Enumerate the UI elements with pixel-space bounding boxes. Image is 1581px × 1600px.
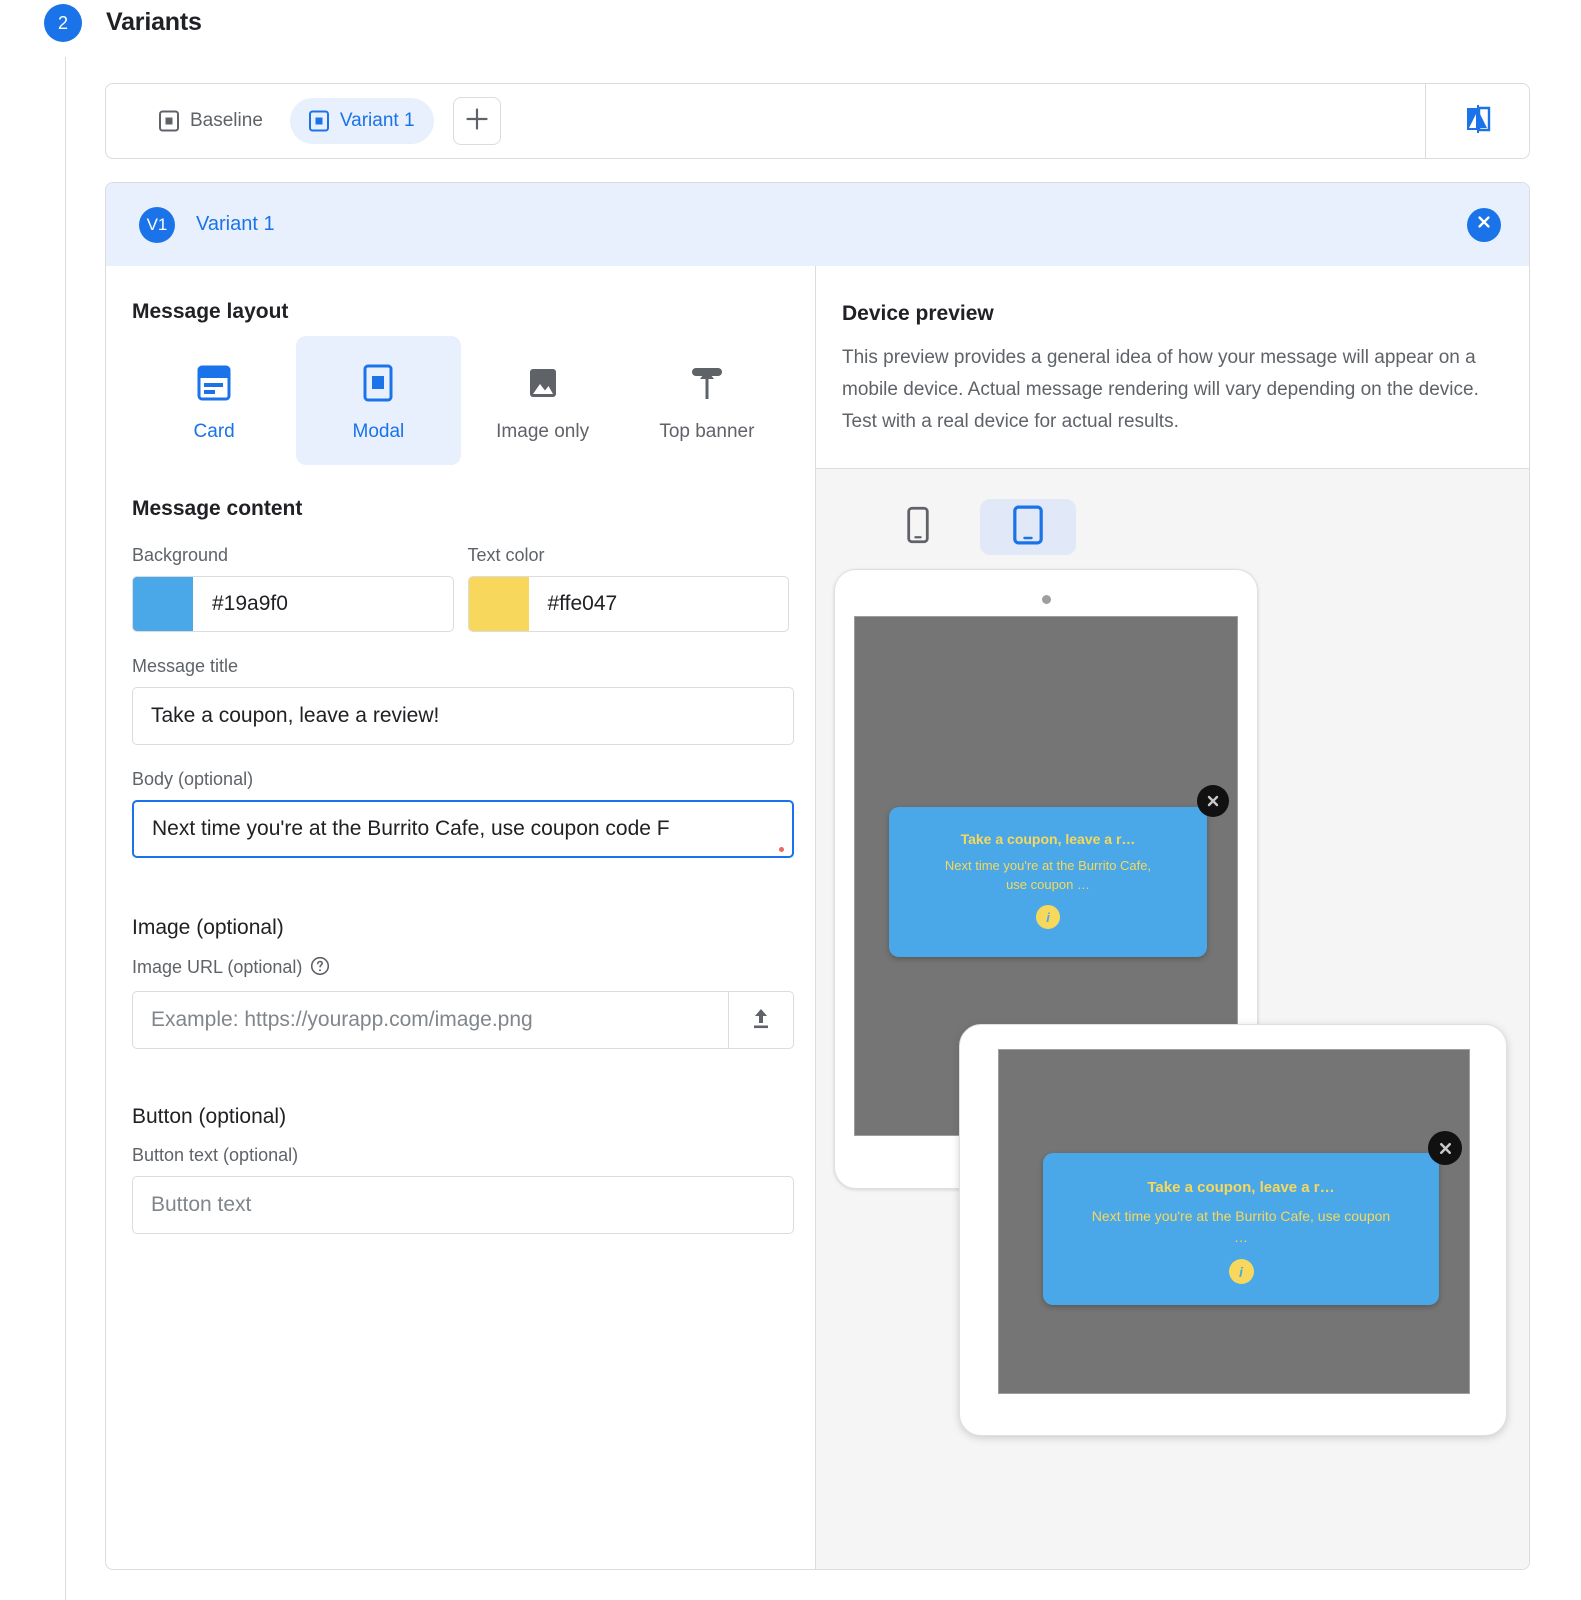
image-url-label: Image URL (optional)	[132, 956, 789, 981]
button-text-placeholder: Button text	[151, 1193, 251, 1217]
top-banner-layout-icon	[685, 362, 729, 404]
device-preview-pane: Device preview This preview provides a g…	[816, 266, 1529, 1570]
preview-modal-close-button[interactable]	[1428, 1131, 1462, 1165]
preview-modal-title: Take a coupon, leave a r…	[961, 831, 1136, 847]
layout-option-top-banner-label: Top banner	[659, 421, 754, 443]
phone-icon	[905, 506, 931, 549]
text-color-field: Text color #ffe047	[468, 521, 790, 632]
preview-modal-title: Take a coupon, leave a r…	[1147, 1179, 1334, 1196]
modal-layout-icon	[159, 110, 179, 132]
text-color-label: Text color	[468, 545, 790, 566]
message-content-heading: Message content	[132, 497, 789, 521]
button-text-input[interactable]: Button text	[132, 1176, 794, 1234]
preview-modal-portrait: Take a coupon, leave a r… Next time you'…	[889, 807, 1207, 957]
layout-option-card[interactable]: Card	[132, 336, 296, 465]
upload-icon	[748, 1005, 774, 1036]
variants-step-page: 2 Variants Baseline	[0, 0, 1581, 1600]
variant-card-title: Variant 1	[196, 213, 275, 236]
device-toggle-phone[interactable]	[870, 499, 966, 555]
tablet-icon	[1012, 505, 1044, 550]
compare-variants-button[interactable]	[1425, 84, 1529, 158]
preview-modal-info-icon: i	[1036, 905, 1060, 929]
image-layout-icon	[521, 362, 565, 404]
device-toggle-tablet[interactable]	[980, 499, 1076, 555]
tab-variant-1-label: Variant 1	[340, 110, 415, 132]
add-variant-button[interactable]	[453, 97, 501, 145]
image-url-input[interactable]: Example: https://yourapp.com/image.png	[132, 991, 728, 1049]
preview-modal-close-button[interactable]	[1197, 785, 1229, 817]
tablet-landscape-preview: Take a coupon, leave a r… Next time you'…	[959, 1024, 1507, 1436]
image-upload-button[interactable]	[728, 991, 794, 1049]
variants-tabstrip: Baseline Variant 1	[105, 83, 1530, 159]
image-url-row: Example: https://yourapp.com/image.png	[132, 991, 794, 1049]
background-color-input[interactable]: #19a9f0	[132, 576, 454, 632]
plus-icon	[464, 106, 490, 137]
button-section-heading: Button (optional)	[132, 1105, 789, 1129]
spellcheck-indicator	[779, 847, 784, 852]
tab-baseline[interactable]: Baseline	[140, 98, 282, 144]
preview-modal-body: Next time you're at the Burrito Cafe, us…	[1086, 1206, 1396, 1248]
image-url-label-text: Image URL (optional)	[132, 957, 302, 977]
variant-card-body: Message layout Card	[106, 266, 1529, 1570]
text-color-value[interactable]: #ffe047	[529, 577, 789, 631]
background-color-swatch[interactable]	[133, 577, 193, 631]
device-type-toggle	[870, 499, 1076, 555]
remove-variant-button[interactable]	[1467, 208, 1501, 242]
layout-option-top-banner[interactable]: Top banner	[625, 336, 789, 465]
variant-editor-card: V1 Variant 1 Message layout	[105, 182, 1530, 1570]
button-text-label: Button text (optional)	[132, 1145, 789, 1166]
text-color-input[interactable]: #ffe047	[468, 576, 790, 632]
layout-option-modal[interactable]: Modal	[296, 336, 460, 465]
message-title-input[interactable]: Take a coupon, leave a review!	[132, 687, 794, 745]
variant-card-header: V1 Variant 1	[106, 183, 1529, 266]
modal-layout-icon	[356, 362, 400, 404]
preview-modal-body: Next time you're at the Burrito Cafe, us…	[936, 856, 1161, 894]
text-color-swatch[interactable]	[469, 577, 529, 631]
device-preview-stage: Take a coupon, leave a r… Next time you'…	[816, 469, 1529, 1570]
variants-tab-list: Baseline Variant 1	[106, 84, 1425, 158]
modal-layout-icon	[309, 110, 329, 132]
preview-modal-info-icon: i	[1229, 1259, 1254, 1284]
tab-baseline-label: Baseline	[190, 110, 263, 132]
close-x-icon	[1204, 792, 1222, 810]
background-color-label: Background	[132, 545, 454, 566]
help-circle-icon[interactable]	[310, 956, 330, 981]
background-color-value[interactable]: #19a9f0	[193, 577, 453, 631]
device-preview-description: This preview provides a general idea of …	[842, 342, 1495, 438]
image-section-heading: Image (optional)	[132, 916, 789, 940]
message-layout-options: Card Modal	[132, 336, 789, 465]
close-x-icon	[1436, 1139, 1455, 1158]
card-layout-icon	[192, 362, 236, 404]
background-color-field: Background #19a9f0	[132, 521, 454, 632]
color-fields-row: Background #19a9f0 Text color #ffe047	[132, 521, 789, 632]
message-body-input[interactable]: Next time you're at the Burrito Cafe, us…	[132, 800, 794, 858]
layout-option-image-only-label: Image only	[496, 421, 589, 443]
camera-dot	[1042, 595, 1051, 604]
close-circle-icon	[1473, 211, 1495, 238]
message-body-label: Body (optional)	[132, 769, 789, 790]
message-editor-pane: Message layout Card	[106, 266, 816, 1570]
preview-modal-landscape: Take a coupon, leave a r… Next time you'…	[1043, 1153, 1439, 1305]
message-body-wrapper: Next time you're at the Burrito Cafe, us…	[132, 800, 794, 858]
device-preview-title: Device preview	[842, 302, 1495, 326]
step-connector-line	[65, 57, 66, 1600]
device-preview-header: Device preview This preview provides a g…	[816, 266, 1529, 469]
layout-option-modal-label: Modal	[353, 421, 405, 443]
step-number-badge: 2	[44, 4, 82, 42]
page-title: Variants	[106, 8, 202, 37]
layout-option-image-only[interactable]: Image only	[461, 336, 625, 465]
message-layout-heading: Message layout	[132, 300, 789, 324]
message-title-label: Message title	[132, 656, 789, 677]
variant-badge: V1	[139, 207, 175, 243]
compare-split-view-icon	[1461, 102, 1495, 141]
tab-variant-1[interactable]: Variant 1	[290, 98, 434, 144]
tablet-landscape-screen: Take a coupon, leave a r… Next time you'…	[998, 1049, 1470, 1394]
layout-option-card-label: Card	[194, 421, 235, 443]
